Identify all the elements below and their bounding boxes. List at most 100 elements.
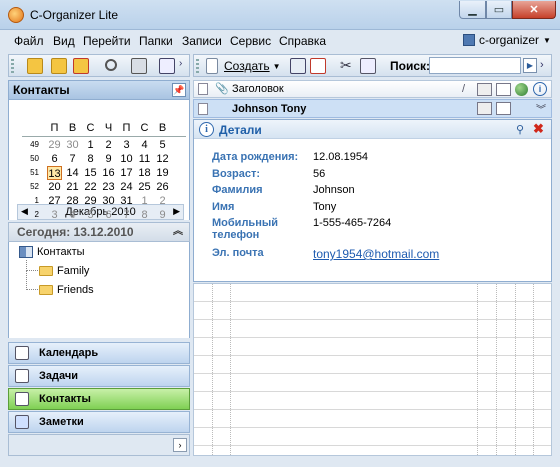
menu-service[interactable]: Сервис	[230, 34, 271, 48]
calendar-day[interactable]: 3	[119, 138, 134, 152]
calendar-day[interactable]: 8	[83, 152, 98, 166]
calendar-day[interactable]: 7	[65, 152, 80, 166]
details-search-icon[interactable]: ⚲	[516, 123, 524, 136]
menu-folders[interactable]: Папки	[139, 34, 173, 48]
calendar-day[interactable]: 8	[137, 208, 152, 222]
organizer-selector[interactable]: c-organizer ▼	[463, 33, 551, 47]
column-title[interactable]: Заголовок	[232, 83, 284, 95]
delete-folder-icon[interactable]	[73, 58, 89, 74]
nav-calendar[interactable]: Календарь	[8, 342, 190, 364]
calendar-day[interactable]: 14	[65, 166, 80, 180]
calendar-day[interactable]: 9	[155, 208, 170, 222]
calendar-day[interactable]: 20	[47, 180, 62, 194]
collapse-icon[interactable]: ︽	[173, 223, 183, 241]
minimize-button[interactable]: ▁	[459, 1, 486, 19]
tree-connector	[26, 260, 38, 271]
calendar-day[interactable]: 9	[101, 152, 116, 166]
calendar-day[interactable]: 19	[155, 166, 170, 180]
field-label: Эл. почта	[212, 247, 264, 259]
search-go-button[interactable]: ▶	[523, 58, 537, 73]
field-value-firstname: Tony	[313, 201, 337, 213]
calendar-day[interactable]: 1	[137, 194, 152, 208]
today-bar[interactable]: Сегодня: 13.12.2010 ︽	[8, 222, 190, 242]
calendar-day[interactable]: 31	[119, 194, 134, 208]
close-details-icon[interactable]: ✖	[533, 121, 544, 137]
copy-icon[interactable]	[360, 58, 376, 74]
calendar-day[interactable]: 24	[119, 180, 134, 194]
calendar-day[interactable]: 15	[83, 166, 98, 180]
table-row[interactable]: Johnson Tony ︾	[193, 99, 552, 118]
new-folder-icon[interactable]	[51, 58, 67, 74]
calendar-day[interactable]: 1	[83, 138, 98, 152]
calendar-day[interactable]: 27	[47, 194, 62, 208]
calendar-day[interactable]: 21	[65, 180, 80, 194]
toolbar-more-icon[interactable]: ›	[540, 59, 544, 71]
calendar-day[interactable]: 10	[119, 152, 134, 166]
print-icon[interactable]	[131, 58, 147, 74]
calendar-day[interactable]: 28	[65, 194, 80, 208]
calendar-day[interactable]: 25	[137, 180, 152, 194]
nav-contacts[interactable]: Контакты	[8, 388, 190, 410]
calendar-day[interactable]: 6	[101, 208, 116, 222]
find-icon[interactable]	[105, 59, 117, 71]
open-folder-icon[interactable]	[27, 58, 43, 74]
expand-icon[interactable]: ︾	[536, 101, 546, 116]
calendar-day[interactable]: 17	[119, 166, 134, 180]
calendar-day[interactable]: 4	[65, 208, 80, 222]
calendar-day[interactable]: 4	[137, 138, 152, 152]
menu-view[interactable]: Вид	[53, 34, 75, 48]
new-record-icon[interactable]	[206, 58, 218, 74]
calendar-day[interactable]: 5	[155, 138, 170, 152]
column-icon[interactable]	[477, 83, 492, 96]
weekday-header: Ч	[104, 122, 113, 134]
delete-record-icon[interactable]	[310, 58, 326, 74]
calendar-day[interactable]: 26	[155, 180, 170, 194]
folder-icon	[39, 266, 53, 276]
calendar-day[interactable]: 2	[155, 194, 170, 208]
menu-help[interactable]: Справка	[279, 34, 326, 48]
panel-title-text: Контакты	[13, 83, 70, 97]
search-input[interactable]	[429, 57, 521, 74]
tree-node-family[interactable]: Family	[39, 265, 89, 277]
calendar-day[interactable]: 29	[47, 138, 62, 152]
calendar-day[interactable]: 6	[47, 152, 62, 166]
menu-go[interactable]: Перейти	[83, 34, 131, 48]
calendar-day[interactable]: 18	[137, 166, 152, 180]
nav-more-icon[interactable]: ›	[173, 438, 187, 452]
edit-icon[interactable]	[290, 58, 306, 74]
calendar-day[interactable]: 11	[137, 152, 152, 166]
calendar-day[interactable]: 16	[101, 166, 116, 180]
cut-icon[interactable]: ✂	[340, 58, 356, 74]
menu-file[interactable]: Файл	[14, 34, 44, 48]
notes-icon	[15, 415, 29, 429]
next-month-icon[interactable]: ▶	[173, 206, 180, 217]
menu-records[interactable]: Записи	[182, 34, 222, 48]
calendar-day[interactable]: 7	[119, 208, 134, 222]
calendar-day[interactable]: 13	[47, 166, 62, 180]
calendar-day[interactable]: 12	[155, 152, 170, 166]
email-link[interactable]: tony1954@hotmail.com	[313, 247, 439, 261]
record-type-icon	[198, 83, 208, 95]
maximize-button[interactable]: ▭	[486, 1, 512, 19]
pin-icon[interactable]: 📌	[172, 83, 186, 97]
info-column-icon[interactable]: i	[533, 82, 547, 96]
calendar-day[interactable]: 2	[101, 138, 116, 152]
tree-node-contacts[interactable]: Контакты	[19, 246, 85, 258]
email-column-icon[interactable]	[496, 83, 511, 96]
nav-tasks[interactable]: Задачи	[8, 365, 190, 387]
calendar-day[interactable]: 30	[65, 138, 80, 152]
calendar-day[interactable]: 23	[101, 180, 116, 194]
calendar-day[interactable]: 5	[83, 208, 98, 222]
view-icon[interactable]	[159, 58, 175, 74]
calendar-day[interactable]: 22	[83, 180, 98, 194]
close-button[interactable]: ✕	[512, 1, 556, 19]
calendar-day[interactable]: 3	[47, 208, 62, 222]
calendar-day[interactable]: 29	[83, 194, 98, 208]
calendar-day[interactable]: 30	[101, 194, 116, 208]
nav-notes[interactable]: Заметки	[8, 411, 190, 433]
tree-node-friends[interactable]: Friends	[39, 284, 94, 296]
calendar-icon	[15, 346, 29, 360]
globe-icon[interactable]	[515, 83, 528, 96]
create-button[interactable]: Создать ▼	[224, 59, 281, 73]
today-label: Сегодня: 13.12.2010	[17, 225, 134, 239]
